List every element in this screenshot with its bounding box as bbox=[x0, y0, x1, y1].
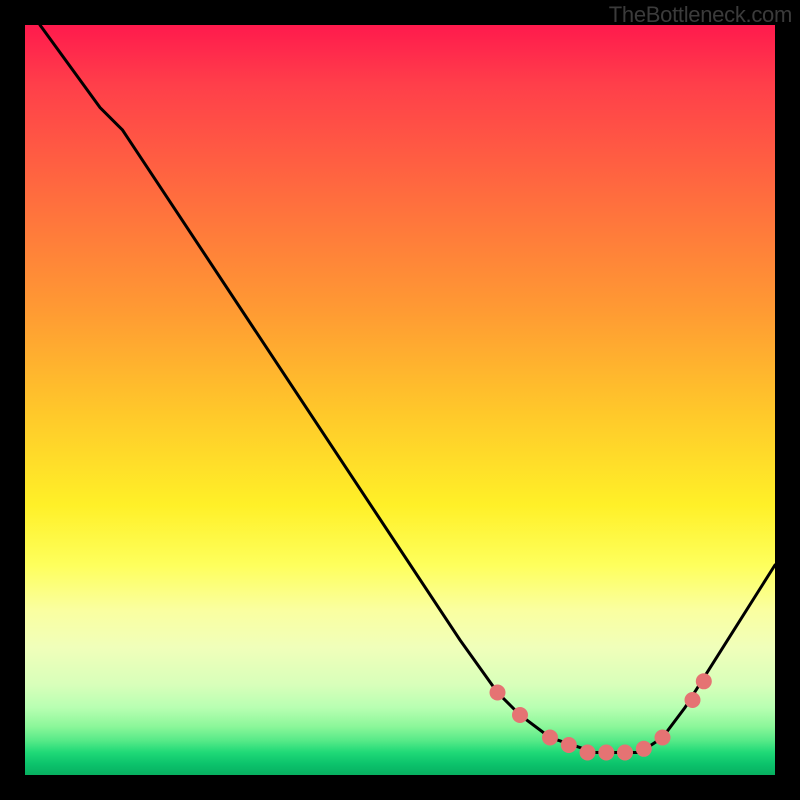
marker-dot bbox=[655, 730, 671, 746]
marker-dot bbox=[696, 673, 712, 689]
marker-dot bbox=[542, 730, 558, 746]
marker-dot bbox=[636, 741, 652, 757]
curve-layer bbox=[25, 25, 775, 775]
plot-area bbox=[25, 25, 775, 775]
marker-dot bbox=[598, 745, 614, 761]
bottleneck-curve-path bbox=[40, 25, 775, 753]
marker-dot bbox=[561, 737, 577, 753]
marker-dot bbox=[617, 745, 633, 761]
marker-dot bbox=[512, 707, 528, 723]
chart-frame: TheBottleneck.com bbox=[0, 0, 800, 800]
marker-dot bbox=[580, 745, 596, 761]
marker-dot bbox=[685, 692, 701, 708]
marker-dot bbox=[490, 685, 506, 701]
watermark-text: TheBottleneck.com bbox=[609, 2, 792, 28]
